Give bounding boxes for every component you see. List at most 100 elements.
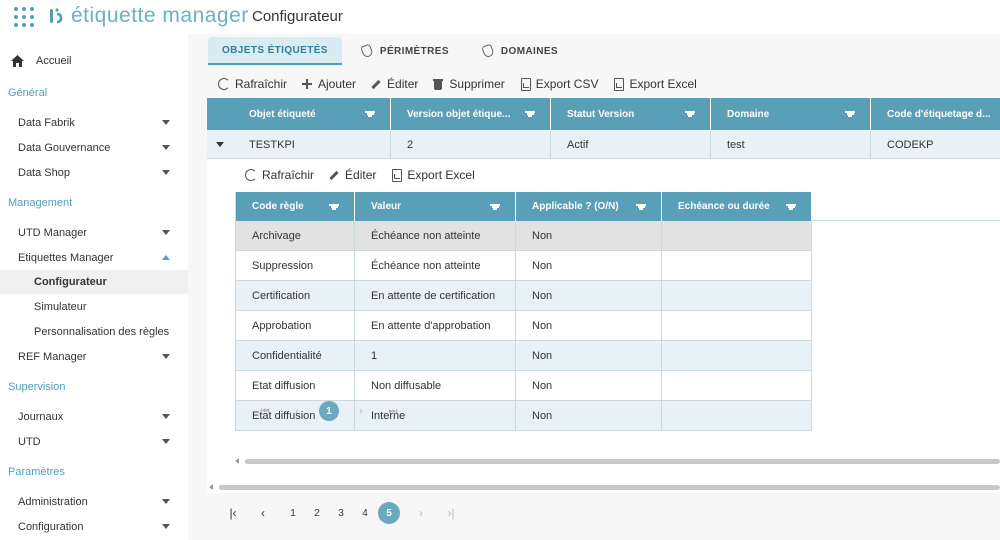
page-button-1[interactable]: 1	[282, 502, 304, 524]
detail-horizontal-scrollbar[interactable]	[235, 457, 1000, 465]
export-excel-button[interactable]: Export Excel	[612, 77, 697, 91]
cell-version: 2	[391, 130, 551, 159]
detail-edit-button[interactable]: Éditer	[328, 168, 376, 182]
sidebar-item-data-fabrik[interactable]: Data Fabrik	[0, 111, 188, 135]
last-page-button[interactable]: ⏭	[383, 401, 403, 421]
cell-domaine: test	[711, 130, 871, 159]
prev-page-button[interactable]: ‹	[252, 502, 274, 524]
sidebar-item-utd[interactable]: UTD	[0, 430, 188, 454]
column-header-domaine[interactable]: Domaine	[711, 98, 871, 130]
sidebar-item-ref-manager[interactable]: REF Manager	[0, 345, 188, 369]
filter-icon[interactable]	[329, 204, 339, 211]
cell-valeur: En attente d'approbation	[355, 311, 516, 340]
cell-echeance	[662, 401, 812, 430]
filter-icon[interactable]	[636, 204, 646, 211]
page-button-2[interactable]: 2	[306, 502, 328, 524]
cell-valeur: En attente de certification	[355, 281, 516, 310]
page-title: Configurateur	[252, 8, 343, 25]
last-page-button[interactable]: ›|	[440, 502, 462, 524]
sidebar-item-administration[interactable]: Administration	[0, 490, 188, 514]
scrollbar-thumb[interactable]	[219, 485, 1000, 490]
sidebar-item-journaux[interactable]: Journaux	[0, 405, 188, 429]
page-button-3[interactable]: 3	[330, 502, 352, 524]
sidebar-item-configuration[interactable]: Configuration	[0, 515, 188, 539]
cell-echeance	[662, 251, 812, 280]
delete-button[interactable]: Supprimer	[432, 77, 505, 91]
expand-row-button[interactable]	[207, 130, 233, 159]
detail-refresh-button[interactable]: Rafraîchir	[245, 168, 314, 182]
sidebar-item-home[interactable]: Accueil	[10, 54, 71, 68]
cell-echeance	[662, 221, 812, 250]
sidebar: Accueil Général Data Fabrik Data Gouvern…	[0, 34, 188, 540]
refresh-button[interactable]: Rafraîchir	[218, 77, 287, 91]
table-row[interactable]: Etat diffusion Non diffusable Non	[235, 371, 812, 401]
logo-icon	[50, 8, 63, 24]
column-header-code[interactable]: Code d'étiquetage d...	[871, 98, 1000, 130]
filter-icon[interactable]	[365, 111, 375, 118]
column-header-code-regle[interactable]: Code règle	[236, 192, 355, 221]
table-row[interactable]: Suppression Échéance non atteinte Non	[235, 251, 812, 281]
sidebar-item-data-shop[interactable]: Data Shop	[0, 161, 188, 185]
apps-grid-icon[interactable]	[14, 7, 34, 27]
page-button-current[interactable]: 1	[319, 401, 339, 421]
refresh-icon	[218, 78, 230, 90]
logo-text: étiquette manager	[71, 4, 249, 27]
sidebar-item-etiquettes-manager[interactable]: Etiquettes Manager	[0, 246, 188, 270]
cell-applicable: Non	[516, 251, 662, 280]
sidebar-item-simulateur[interactable]: Simulateur	[0, 295, 188, 319]
cell-objet: TESTKPI	[233, 130, 391, 159]
detail-export-excel-button[interactable]: Export Excel	[390, 168, 475, 182]
scroll-left-icon[interactable]	[209, 484, 213, 490]
trash-icon	[432, 78, 444, 90]
table-row[interactable]: Confidentialité 1 Non	[235, 341, 812, 371]
export-csv-button[interactable]: Export CSV	[519, 77, 598, 91]
filter-icon[interactable]	[786, 204, 796, 211]
objets-grid: Objet étiqueté Version objet étique... S…	[207, 98, 1000, 493]
grid-horizontal-scrollbar[interactable]	[207, 484, 1000, 492]
column-header-objet[interactable]: Objet étiqueté	[233, 98, 391, 130]
column-header-statut[interactable]: Statut Version	[551, 98, 711, 130]
table-row[interactable]: Certification En attente de certificatio…	[235, 281, 812, 311]
cell-code-regle: Confidentialité	[236, 341, 355, 370]
add-button[interactable]: Ajouter	[301, 77, 356, 91]
sidebar-item-configurateur[interactable]: Configurateur	[0, 270, 188, 294]
tab-objets-etiquetes[interactable]: OBJETS ÉTIQUETÉS	[208, 37, 342, 65]
cell-statut: Actif	[551, 130, 711, 159]
cell-applicable: Non	[516, 221, 662, 250]
sidebar-item-utd-manager[interactable]: UTD Manager	[0, 221, 188, 245]
regles-grid: Code règle Valeur Applicable ? (O/N) Ech…	[235, 192, 812, 431]
cell-valeur: Échéance non atteinte	[355, 221, 516, 250]
filter-icon[interactable]	[490, 204, 500, 211]
grid-header: Objet étiqueté Version objet étique... S…	[207, 98, 1000, 130]
first-page-button[interactable]: ⏮	[255, 401, 275, 421]
cell-echeance	[662, 281, 812, 310]
page-button-4[interactable]: 4	[354, 502, 376, 524]
section-supervision: Supervision	[8, 381, 66, 393]
row-detail-panel: Rafraîchir Éditer Export Excel Code règl…	[207, 160, 1000, 480]
column-header-version[interactable]: Version objet étique...	[391, 98, 551, 130]
tab-perimetres[interactable]: PÉRIMÈTRES	[348, 37, 463, 65]
main-content: OBJETS ÉTIQUETÉS PÉRIMÈTRES DOMAINES Raf…	[188, 34, 1000, 540]
prev-page-button[interactable]: ‹	[287, 401, 307, 421]
filter-icon[interactable]	[525, 111, 535, 118]
scroll-left-icon[interactable]	[235, 458, 239, 464]
page-button-5[interactable]: 5	[378, 502, 400, 524]
next-page-button[interactable]: ›	[410, 502, 432, 524]
next-page-button[interactable]: ›	[351, 401, 371, 421]
cell-echeance	[662, 311, 812, 340]
scrollbar-thumb[interactable]	[245, 459, 1000, 464]
column-header-echeance[interactable]: Echéance ou durée	[662, 192, 812, 221]
edit-button[interactable]: Éditer	[370, 77, 418, 91]
column-header-valeur[interactable]: Valeur	[355, 192, 516, 221]
table-row[interactable]: Approbation En attente d'approbation Non	[235, 311, 812, 341]
filter-icon[interactable]	[845, 111, 855, 118]
grid-header-filler	[784, 192, 1000, 221]
table-row[interactable]: TESTKPI 2 Actif test CODEKP	[207, 130, 1000, 159]
first-page-button[interactable]: |‹	[222, 502, 244, 524]
table-row[interactable]: Archivage Échéance non atteinte Non	[235, 221, 812, 251]
tab-domaines[interactable]: DOMAINES	[469, 37, 572, 65]
column-header-applicable[interactable]: Applicable ? (O/N)	[516, 192, 662, 221]
sidebar-item-personnalisation[interactable]: Personnalisation des règles	[0, 320, 188, 344]
filter-icon[interactable]	[685, 111, 695, 118]
sidebar-item-data-gouvernance[interactable]: Data Gouvernance	[0, 136, 188, 160]
